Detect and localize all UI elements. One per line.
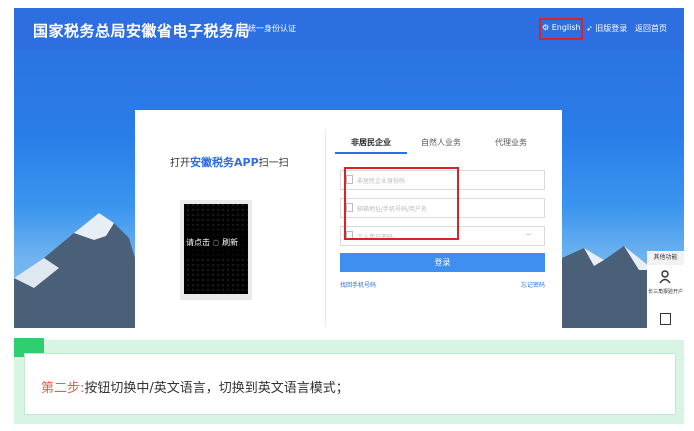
header-divider bbox=[240, 22, 241, 36]
tab-agent[interactable]: 代理业务 bbox=[495, 137, 527, 148]
site-subtitle: 统一身份认证 bbox=[248, 24, 296, 33]
screenshot: 国家税务总局安徽省电子税务局 统一身份认证 ⚙ English ➶ 旧版登录 返… bbox=[14, 8, 684, 328]
tab-nonresident[interactable]: 非居民企业 bbox=[351, 137, 391, 148]
top-header: 国家税务总局安徽省电子税务局 统一身份认证 ⚙ English ➶ 旧版登录 返… bbox=[14, 8, 684, 50]
qr-app-name: 安徽税务APP bbox=[190, 156, 259, 169]
highlight-box-english bbox=[539, 18, 583, 40]
qr-code-container: 请点击 ◌ 刷新 bbox=[180, 200, 252, 300]
caption-box: 第二步:按钮切换中/英文语言，切换到英文语言模式； bbox=[24, 353, 676, 415]
eye-hidden-icon[interactable]: ︶ bbox=[525, 232, 532, 242]
qr-instruction: 打开安徽税务APP扫一扫 bbox=[170, 154, 289, 170]
site-title: 国家税务总局安徽省电子税务局 bbox=[33, 22, 251, 40]
caption-body: 按钮切换中/英文语言，切换到英文语言模式； bbox=[84, 381, 349, 396]
side-panel: 其他功能 长三角报验开户 bbox=[647, 251, 684, 328]
forgot-password-link[interactable]: 忘记密码 bbox=[521, 280, 545, 289]
person-icon[interactable] bbox=[659, 270, 671, 284]
active-tab-indicator bbox=[335, 152, 407, 154]
caption-text: 第二步:按钮切换中/英文语言，切换到英文语言模式； bbox=[41, 377, 349, 396]
recover-phone-link[interactable]: 找回手机号码 bbox=[340, 280, 376, 289]
login-card: 打开安徽税务APP扫一扫 请点击 ◌ 刷新 非居民企业 自然人业务 代理业务 非… bbox=[135, 110, 562, 328]
old-login-label: 旧版登录 bbox=[595, 24, 628, 33]
side-panel-item[interactable]: 长三角报验开户 bbox=[647, 289, 684, 296]
caption-step: 第二步: bbox=[41, 381, 85, 396]
side-panel-title: 其他功能 bbox=[647, 251, 684, 265]
qr-prefix: 打开 bbox=[170, 158, 190, 169]
home-link[interactable]: 返回首页 bbox=[635, 23, 667, 34]
document-icon[interactable] bbox=[660, 313, 671, 325]
login-button[interactable]: 登录 bbox=[340, 253, 545, 272]
qr-suffix: 扫一扫 bbox=[258, 158, 289, 169]
card-divider bbox=[325, 130, 326, 326]
old-login-link[interactable]: ➶ 旧版登录 bbox=[586, 23, 627, 34]
tab-individual[interactable]: 自然人业务 bbox=[421, 137, 461, 148]
qr-refresh-text[interactable]: 请点击 ◌ 刷新 bbox=[186, 237, 238, 248]
highlight-box-form bbox=[344, 167, 459, 240]
